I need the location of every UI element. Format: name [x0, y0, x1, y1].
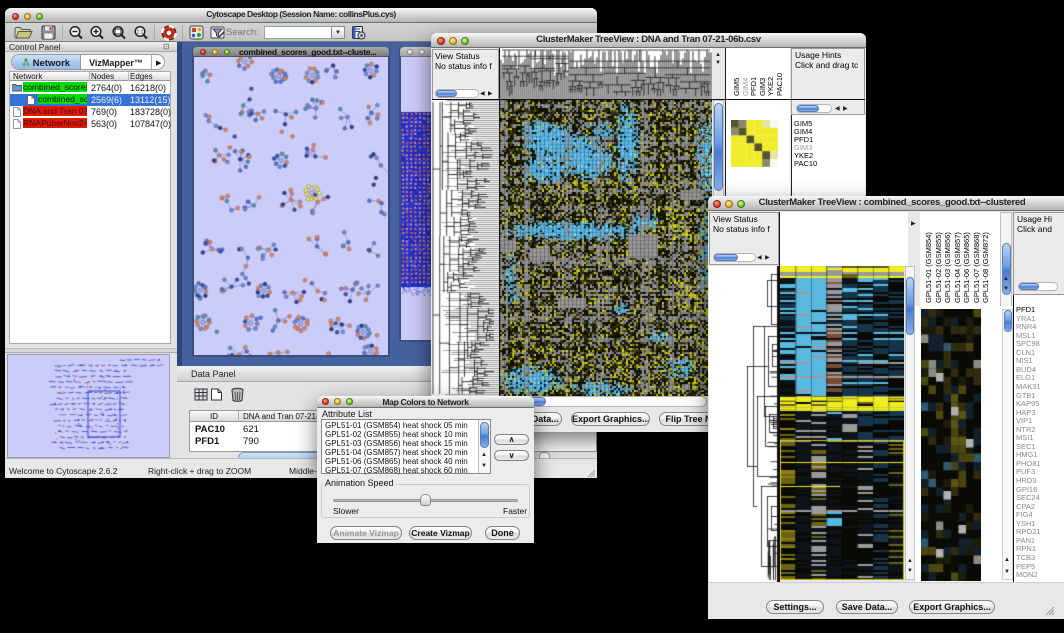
svg-text:1:1: 1:1 [137, 30, 144, 36]
